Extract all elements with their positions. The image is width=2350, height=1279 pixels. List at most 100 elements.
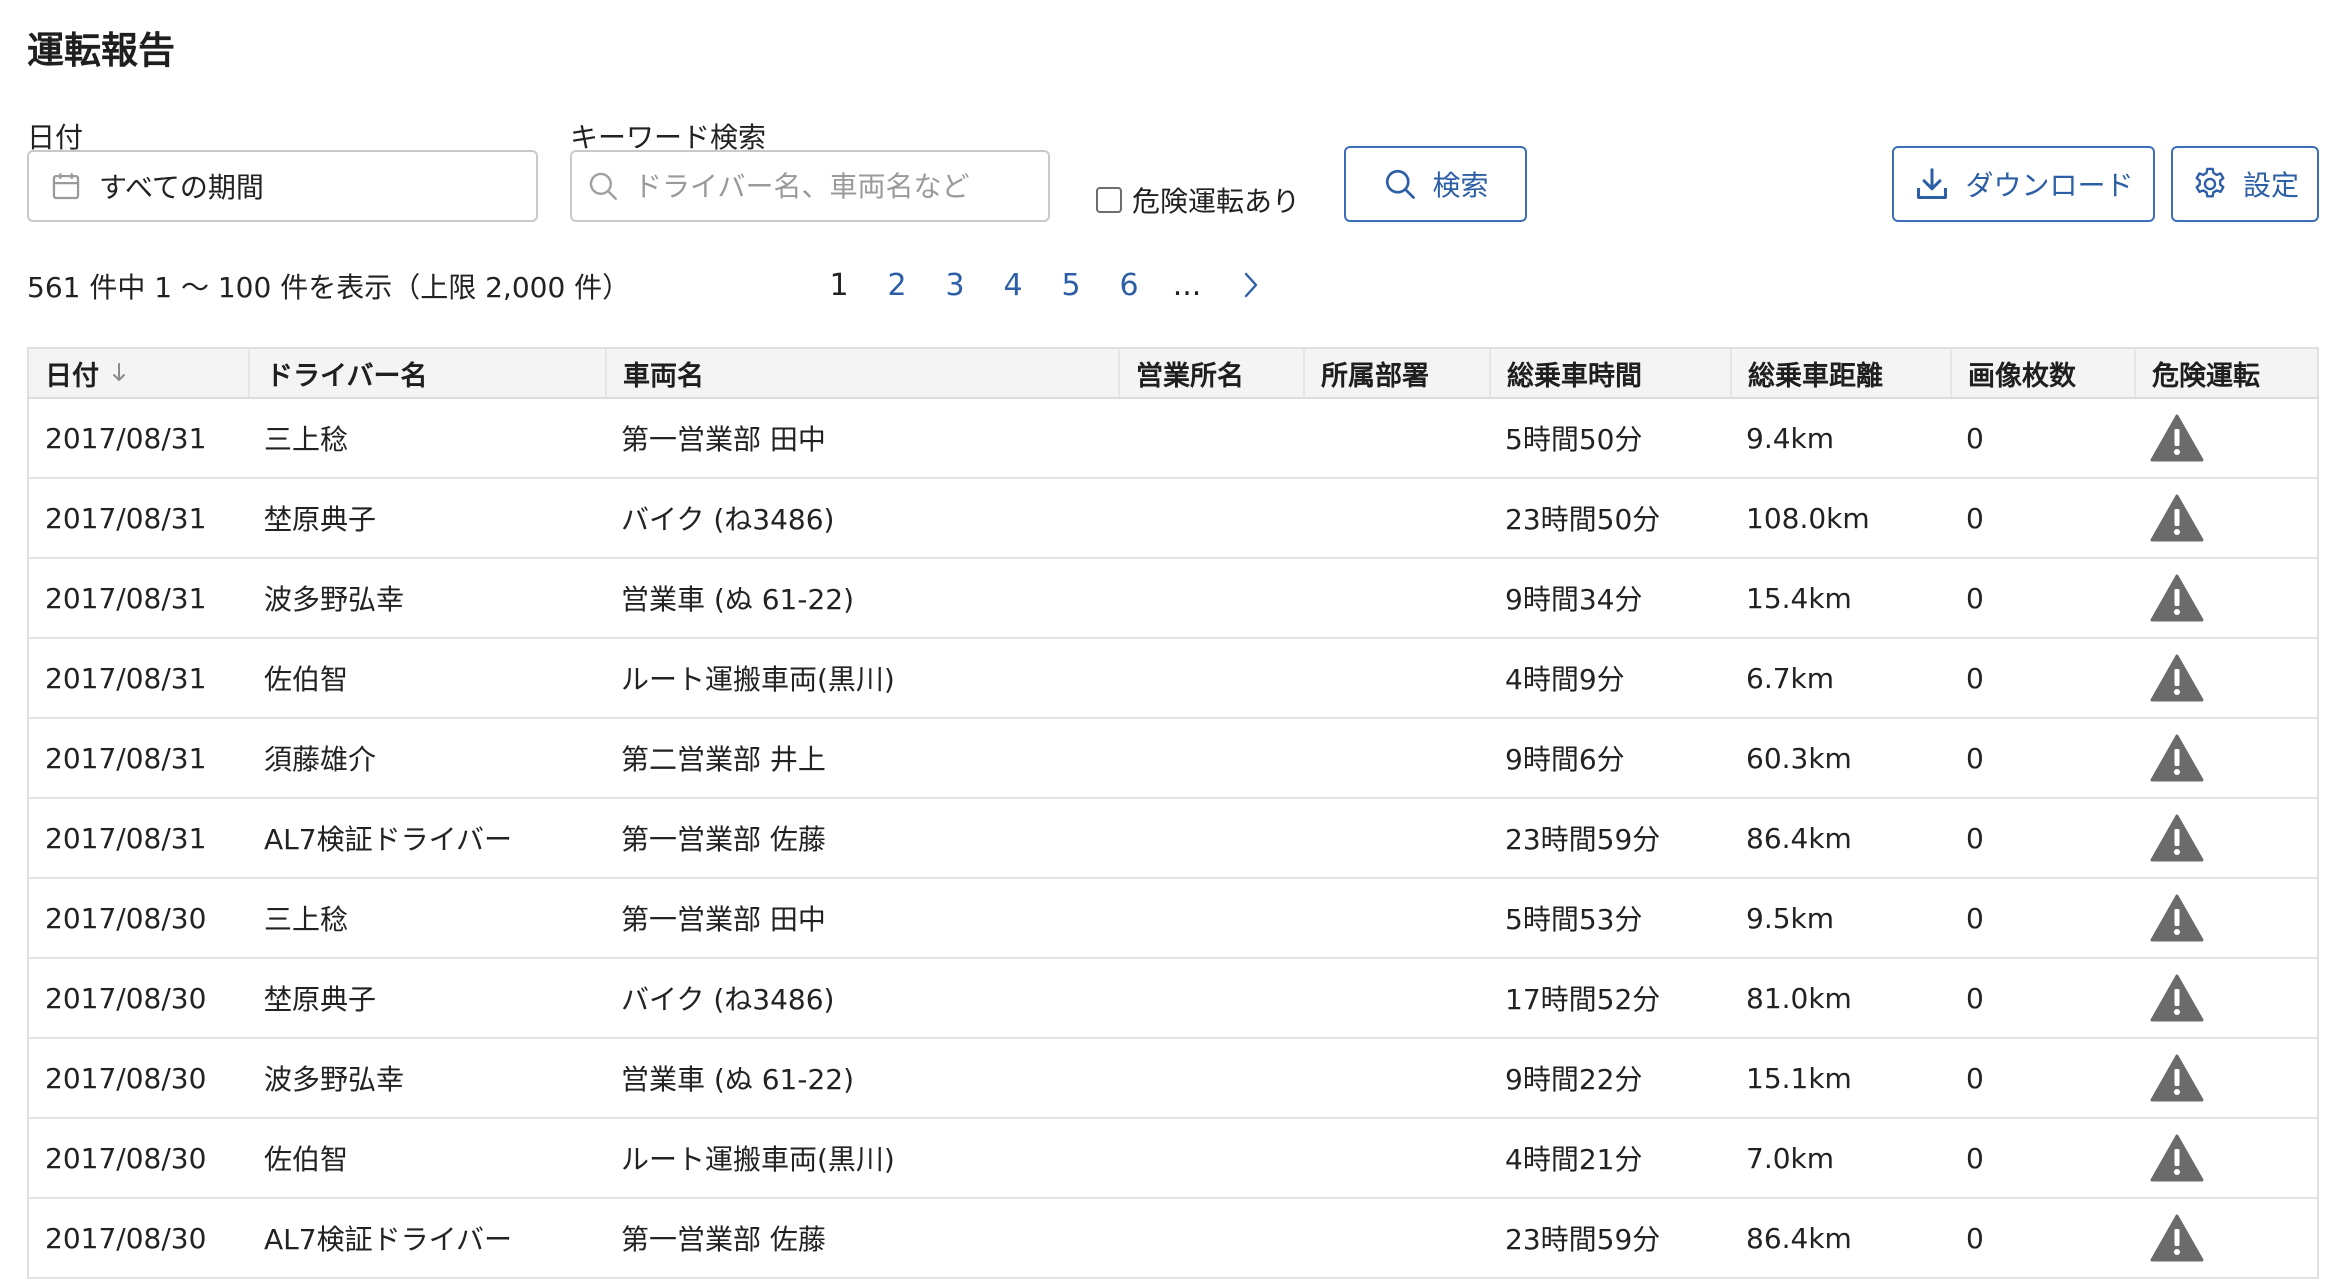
table-row[interactable]: 2017/08/30 AL7検証ドライバー 第一営業部 佐藤 23時間59分 8… [29, 1199, 2317, 1279]
search-button[interactable]: 検索 [1344, 146, 1527, 222]
column-header-driver[interactable]: ドライバー名 [248, 349, 605, 397]
total-time-cell: 23時間59分 [1505, 823, 1661, 856]
danger-cell [2134, 879, 2317, 957]
chevron-right-icon [1244, 272, 1258, 298]
table-row[interactable]: 2017/08/31 波多野弘幸 営業車 (ぬ 61-22) 9時間34分 15… [29, 559, 2317, 639]
office-cell [1118, 559, 1303, 637]
image-count-cell: 0 [1966, 1061, 1984, 1095]
date-cell: 2017/08/31 [45, 821, 207, 855]
column-header-total-distance[interactable]: 総乗車距離 [1730, 349, 1950, 397]
office-cell [1118, 1199, 1303, 1277]
danger-cell [2134, 799, 2317, 877]
column-header-department[interactable]: 所属部署 [1303, 349, 1489, 397]
driver-cell: 佐伯智 [264, 663, 349, 696]
warning-icon[interactable] [2150, 893, 2204, 943]
office-cell [1118, 1119, 1303, 1197]
date-cell: 2017/08/31 [45, 741, 207, 775]
search-button-label: 検索 [1432, 169, 1489, 202]
image-count-cell: 0 [1966, 1141, 1984, 1175]
page-link-5[interactable]: 5 [1042, 268, 1100, 303]
page-link-2[interactable]: 2 [868, 268, 926, 303]
page-link-4[interactable]: 4 [984, 268, 1042, 303]
sort-descending-icon [111, 362, 127, 384]
department-cell [1303, 959, 1489, 1037]
total-distance-cell: 9.5km [1746, 901, 1835, 935]
date-cell: 2017/08/31 [45, 501, 207, 535]
column-header-date[interactable]: 日付 [29, 349, 248, 397]
driving-report-table: 日付 ドライバー名 車両名 営業所名 所属部署 総乗車時間 総乗車距離 画像枚数… [27, 347, 2319, 1279]
page-link-1[interactable]: 1 [810, 268, 868, 303]
settings-button-label: 設定 [2242, 169, 2299, 202]
total-distance-cell: 86.4km [1746, 821, 1852, 855]
danger-cell [2134, 1039, 2317, 1117]
table-row[interactable]: 2017/08/30 佐伯智 ルート運搬車両(黒川) 4時間21分 7.0km … [29, 1119, 2317, 1199]
search-icon [1386, 169, 1416, 199]
column-header-danger[interactable]: 危険運転 [2134, 349, 2317, 397]
danger-cell [2134, 719, 2317, 797]
warning-icon[interactable] [2150, 1053, 2204, 1103]
keyword-search-input[interactable] [632, 168, 1036, 204]
vehicle-cell: 第二営業部 井上 [621, 743, 826, 776]
warning-icon[interactable] [2150, 1133, 2204, 1183]
settings-button[interactable]: 設定 [2171, 146, 2319, 222]
department-cell [1303, 1119, 1489, 1197]
image-count-cell: 0 [1966, 421, 1984, 455]
date-cell: 2017/08/31 [45, 581, 207, 615]
warning-icon[interactable] [2150, 1213, 2204, 1263]
table-row[interactable]: 2017/08/31 三上稔 第一営業部 田中 5時間50分 9.4km 0 [29, 399, 2317, 479]
image-count-cell: 0 [1966, 741, 1984, 775]
table-row[interactable]: 2017/08/31 須藤雄介 第二営業部 井上 9時間6分 60.3km 0 [29, 719, 2317, 799]
vehicle-cell: ルート運搬車両(黒川) [621, 663, 895, 696]
warning-icon[interactable] [2150, 813, 2204, 863]
table-row[interactable]: 2017/08/31 佐伯智 ルート運搬車両(黒川) 4時間9分 6.7km 0 [29, 639, 2317, 719]
warning-icon[interactable] [2150, 493, 2204, 543]
page-link-3[interactable]: 3 [926, 268, 984, 303]
department-cell [1303, 639, 1489, 717]
keyword-search-field[interactable] [570, 150, 1050, 222]
department-cell [1303, 1039, 1489, 1117]
warning-icon[interactable] [2150, 973, 2204, 1023]
next-page-button[interactable] [1216, 270, 1286, 300]
table-row[interactable]: 2017/08/31 埜原典子 バイク (ね3486) 23時間50分 108.… [29, 479, 2317, 559]
warning-icon[interactable] [2150, 573, 2204, 623]
download-button[interactable]: ダウンロード [1892, 146, 2155, 222]
column-header-image-count[interactable]: 画像枚数 [1950, 349, 2134, 397]
danger-cell [2134, 639, 2317, 717]
driver-cell: 三上稔 [264, 423, 349, 456]
date-range-picker[interactable]: すべての期間 [27, 150, 538, 222]
page-link-6[interactable]: 6 [1100, 268, 1158, 303]
warning-icon[interactable] [2150, 653, 2204, 703]
table-row[interactable]: 2017/08/31 AL7検証ドライバー 第一営業部 佐藤 23時間59分 8… [29, 799, 2317, 879]
driver-cell: AL7検証ドライバー [264, 1223, 513, 1256]
vehicle-cell: 営業車 (ぬ 61-22) [621, 583, 855, 616]
total-distance-cell: 60.3km [1746, 741, 1852, 775]
total-distance-cell: 6.7km [1746, 661, 1835, 695]
total-time-cell: 17時間52分 [1505, 983, 1661, 1016]
department-cell [1303, 719, 1489, 797]
column-header-total-time[interactable]: 総乗車時間 [1489, 349, 1730, 397]
image-count-cell: 0 [1966, 981, 1984, 1015]
column-header-office[interactable]: 営業所名 [1118, 349, 1303, 397]
warning-icon[interactable] [2150, 733, 2204, 783]
date-cell: 2017/08/30 [45, 1221, 207, 1255]
calendar-icon [52, 173, 80, 200]
office-cell [1118, 799, 1303, 877]
driver-cell: 三上稔 [264, 903, 349, 936]
department-cell [1303, 399, 1489, 477]
danger-driving-filter[interactable]: 危険運転あり [1096, 180, 1300, 220]
image-count-cell: 0 [1966, 901, 1984, 935]
total-distance-cell: 86.4km [1746, 1221, 1852, 1255]
office-cell [1118, 879, 1303, 957]
warning-icon[interactable] [2150, 413, 2204, 463]
danger-driving-checkbox-label: 危険運転あり [1132, 185, 1301, 218]
table-row[interactable]: 2017/08/30 三上稔 第一営業部 田中 5時間53分 9.5km 0 [29, 879, 2317, 959]
office-cell [1118, 639, 1303, 717]
danger-driving-checkbox[interactable] [1096, 187, 1122, 213]
table-row[interactable]: 2017/08/30 埜原典子 バイク (ね3486) 17時間52分 81.0… [29, 959, 2317, 1039]
table-row[interactable]: 2017/08/30 波多野弘幸 営業車 (ぬ 61-22) 9時間22分 15… [29, 1039, 2317, 1119]
table-header: 日付 ドライバー名 車両名 営業所名 所属部署 総乗車時間 総乗車距離 画像枚数… [29, 349, 2317, 399]
vehicle-cell: 第一営業部 田中 [621, 903, 826, 936]
column-header-vehicle[interactable]: 車両名 [605, 349, 1118, 397]
search-icon [589, 172, 617, 200]
office-cell [1118, 719, 1303, 797]
